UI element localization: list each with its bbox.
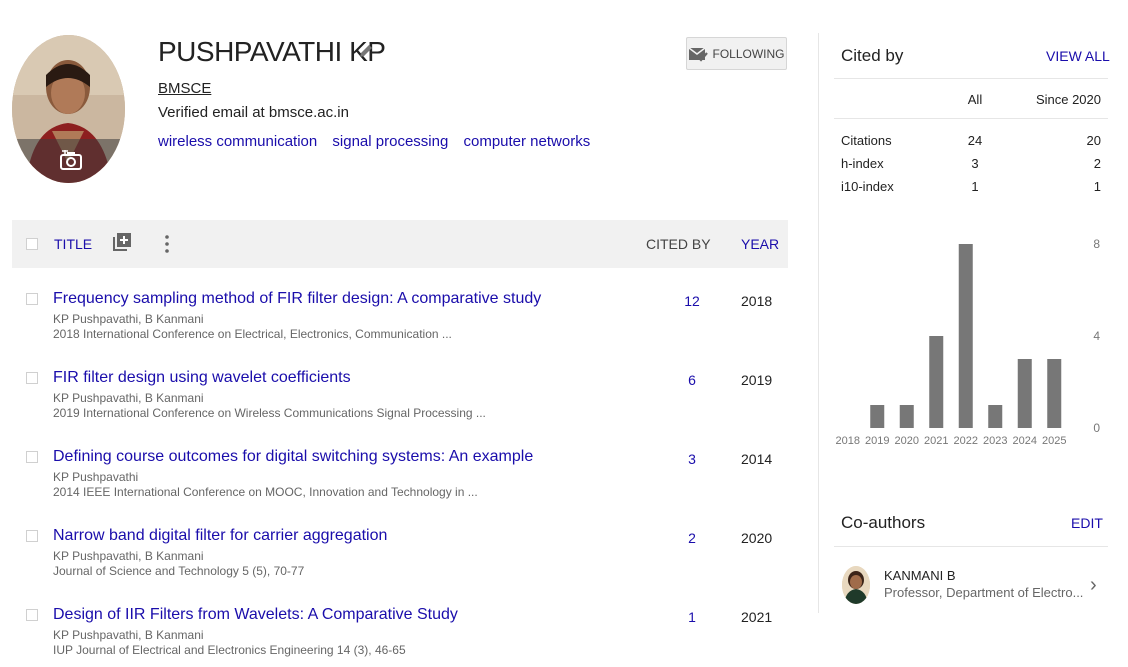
article-year: 2018 bbox=[741, 293, 773, 309]
interest-link[interactable]: computer networks bbox=[463, 133, 590, 150]
stat-label: i10-index bbox=[841, 179, 894, 194]
article-venue: Journal of Science and Technology 5 (5),… bbox=[53, 564, 305, 578]
citations-bar-chart: 2018 2019 2020 2021 2022 2023 2024 2025 8 4 0 bbox=[836, 237, 1101, 447]
article-year: 2021 bbox=[741, 609, 773, 625]
col-all-header: All bbox=[967, 92, 983, 107]
divider bbox=[834, 78, 1108, 79]
article-venue: 2019 International Conference on Wireles… bbox=[53, 406, 486, 420]
following-label: FOLLOWING bbox=[712, 46, 785, 61]
citation-bar-2019[interactable] bbox=[870, 405, 885, 428]
y-tick-label: 4 bbox=[1093, 329, 1100, 343]
article-year: 2020 bbox=[741, 530, 773, 546]
edit-coauthors-link[interactable]: EDIT bbox=[1071, 515, 1103, 531]
sort-by-cited[interactable]: CITED BY bbox=[646, 236, 711, 252]
citation-bar-2025[interactable] bbox=[1047, 359, 1062, 428]
select-all-checkbox[interactable] bbox=[26, 238, 38, 250]
more-vert-icon[interactable] bbox=[164, 234, 170, 254]
article-year: 2019 bbox=[741, 372, 773, 388]
stat-since: 2 bbox=[1093, 156, 1101, 171]
divider bbox=[834, 118, 1108, 119]
camera-icon[interactable] bbox=[60, 150, 82, 170]
divider bbox=[834, 546, 1108, 547]
cited-by-heading: Cited by bbox=[841, 46, 904, 65]
coauthor-name[interactable]: KANMANI B bbox=[884, 568, 956, 583]
x-tick-label: 2018 bbox=[836, 435, 860, 447]
articles-table-header: TITLE CITED BY YEAR bbox=[12, 220, 788, 268]
x-tick-label: 2019 bbox=[865, 435, 889, 447]
row-checkbox[interactable] bbox=[26, 609, 38, 621]
coauthor-affiliation: Professor, Department of Electro... bbox=[884, 585, 1084, 600]
article-title-link[interactable]: Design of IIR Filters from Wavelets: A C… bbox=[53, 606, 458, 624]
table-row: Defining course outcomes for digital swi… bbox=[12, 448, 788, 526]
article-title-link[interactable]: FIR filter design using wavelet coeffici… bbox=[53, 369, 351, 387]
stat-all: 3 bbox=[971, 156, 979, 171]
panel-divider bbox=[818, 33, 819, 613]
stat-all: 1 bbox=[971, 179, 979, 194]
article-title-link[interactable]: Narrow band digital filter for carrier a… bbox=[53, 527, 387, 545]
table-row: Design of IIR Filters from Wavelets: A C… bbox=[12, 606, 788, 666]
cited-by-link[interactable]: 2 bbox=[672, 530, 712, 546]
article-authors: KP Pushpavathi, B Kanmani bbox=[53, 628, 204, 642]
article-title-link[interactable]: Frequency sampling method of FIR filter … bbox=[53, 290, 541, 308]
follow-mail-icon bbox=[689, 46, 709, 62]
coauthors-heading: Co-authors bbox=[841, 513, 926, 532]
citation-bar-2023[interactable] bbox=[988, 405, 1003, 428]
view-all-link[interactable]: VIEW ALL bbox=[1046, 48, 1110, 64]
sort-by-title[interactable]: TITLE bbox=[54, 236, 92, 252]
row-checkbox[interactable] bbox=[26, 293, 38, 305]
interest-link[interactable]: signal processing bbox=[332, 133, 448, 150]
article-authors: KP Pushpavathi, B Kanmani bbox=[53, 312, 204, 326]
article-authors: KP Pushpavathi, B Kanmani bbox=[53, 549, 204, 563]
following-button[interactable]: FOLLOWING bbox=[686, 37, 787, 70]
table-row: FIR filter design using wavelet coeffici… bbox=[12, 369, 788, 447]
cited-by-link[interactable]: 1 bbox=[672, 609, 712, 625]
x-tick-label: 2025 bbox=[1042, 435, 1066, 447]
coauthor-avatar[interactable] bbox=[842, 566, 870, 604]
y-tick-label: 0 bbox=[1093, 421, 1100, 435]
cited-by-link[interactable]: 12 bbox=[672, 293, 712, 309]
article-title-link[interactable]: Defining course outcomes for digital swi… bbox=[53, 448, 533, 466]
article-year: 2014 bbox=[741, 451, 773, 467]
row-checkbox[interactable] bbox=[26, 372, 38, 384]
add-article-icon[interactable] bbox=[113, 233, 131, 251]
chevron-right-icon[interactable]: › bbox=[1090, 574, 1097, 597]
row-checkbox[interactable] bbox=[26, 451, 38, 463]
interest-link[interactable]: wireless communication bbox=[158, 133, 317, 150]
row-checkbox[interactable] bbox=[26, 530, 38, 542]
citation-bar-2020[interactable] bbox=[899, 405, 914, 428]
y-tick-label: 8 bbox=[1093, 237, 1100, 251]
article-venue: 2014 IEEE International Conference on MO… bbox=[53, 485, 478, 499]
edit-name-icon[interactable] bbox=[357, 42, 375, 60]
research-interests: wireless communication signal processing… bbox=[158, 133, 601, 150]
profile-name: PUSHPAVATHI KP bbox=[158, 36, 386, 67]
stat-label: h-index bbox=[841, 156, 884, 171]
cited-by-link[interactable]: 6 bbox=[672, 372, 712, 388]
table-row: Frequency sampling method of FIR filter … bbox=[12, 290, 788, 368]
sort-by-year[interactable]: YEAR bbox=[741, 236, 779, 252]
col-since-header: Since 2020 bbox=[1035, 92, 1101, 107]
stat-since: 20 bbox=[1086, 133, 1101, 148]
article-venue: IUP Journal of Electrical and Electronic… bbox=[53, 643, 406, 657]
verified-email: Verified email at bmsce.ac.in bbox=[158, 104, 349, 121]
x-tick-label: 2021 bbox=[924, 435, 948, 447]
stat-all: 24 bbox=[967, 133, 983, 148]
x-tick-label: 2022 bbox=[954, 435, 978, 447]
cited-by-link[interactable]: 3 bbox=[672, 451, 712, 467]
affiliation-link[interactable]: BMSCE bbox=[158, 80, 211, 97]
article-authors: KP Pushpavathi bbox=[53, 470, 139, 484]
article-venue: 2018 International Conference on Electri… bbox=[53, 327, 452, 341]
x-tick-label: 2024 bbox=[1013, 435, 1037, 447]
citation-bar-2024[interactable] bbox=[1017, 359, 1032, 428]
table-row: Narrow band digital filter for carrier a… bbox=[12, 527, 788, 605]
x-tick-label: 2020 bbox=[895, 435, 919, 447]
citation-bar-2021[interactable] bbox=[929, 336, 944, 428]
stat-label: Citations bbox=[841, 133, 892, 148]
article-authors: KP Pushpavathi, B Kanmani bbox=[53, 391, 204, 405]
citation-bar-2022[interactable] bbox=[958, 244, 973, 428]
stat-since: 1 bbox=[1093, 179, 1101, 194]
x-tick-label: 2023 bbox=[983, 435, 1007, 447]
